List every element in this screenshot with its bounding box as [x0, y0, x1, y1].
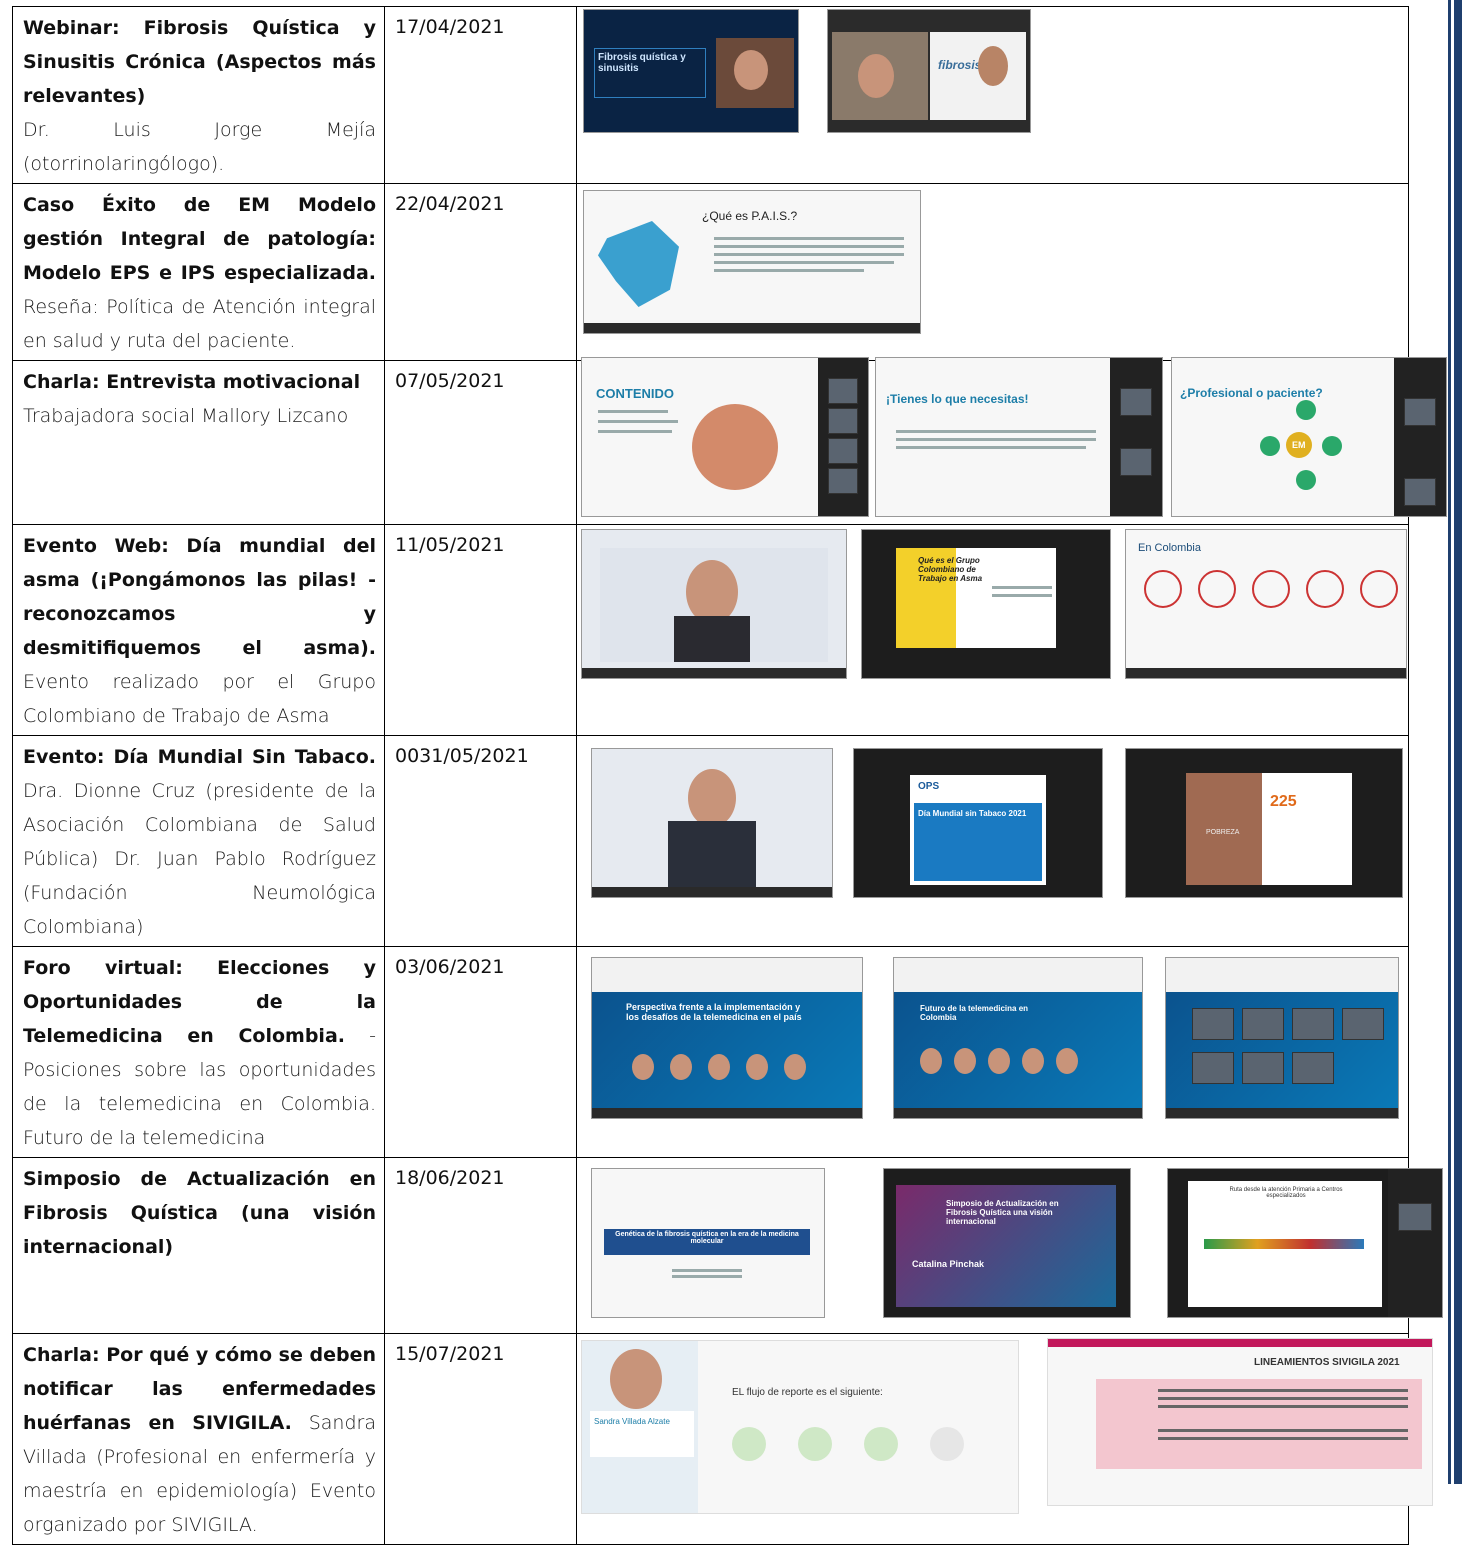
event-date: 18/06/2021	[395, 1167, 505, 1189]
event-description: Evento Web: Día mundial del asma (¡Pongá…	[23, 535, 376, 727]
telemedicina-screenshot: Perspectiva frente a la implementación y…	[591, 957, 863, 1119]
table-row: Charla: Por qué y cómo se deben notifica…	[12, 1333, 1433, 1545]
event-images: Genética de la fibrosis quística en la e…	[576, 1157, 1443, 1334]
en-colombia-screenshot: En Colombia	[1125, 529, 1407, 679]
fq-simposio-screenshot: Simposio de Actualización en Fibrosis Qu…	[883, 1168, 1131, 1318]
tabaco-slide-screenshot: OPS Día Mundial sin Tabaco 2021	[853, 748, 1103, 898]
table-row: Foro virtual: Elecciones y Oportunidades…	[12, 946, 1409, 1158]
profesional-slide-screenshot: ¿Profesional o paciente? EM	[1171, 357, 1447, 517]
webinar-screenshot: fibrosis	[827, 9, 1031, 133]
table-row: Webinar: Fibrosis Quística y Sinusitis C…	[12, 6, 1409, 184]
asma-slide-screenshot: Qué es el Grupo Colombiano de Trabajo en…	[861, 529, 1111, 679]
event-images: OPS Día Mundial sin Tabaco 2021 POBREZA …	[576, 735, 1409, 947]
events-table: Webinar: Fibrosis Quística y Sinusitis C…	[12, 6, 1447, 1545]
event-images: ¿Qué es P.A.I.S.?	[576, 183, 1409, 361]
event-description: Caso Éxito de EM Modelo gestión Integral…	[23, 194, 376, 352]
sivigila-flow-screenshot: Sandra Villada Alzate EL flujo de report…	[581, 1340, 1019, 1514]
event-date: 03/06/2021	[395, 956, 505, 978]
event-description: Webinar: Fibrosis Quística y Sinusitis C…	[23, 17, 376, 175]
table-row: Simposio de Actualización en Fibrosis Qu…	[12, 1157, 1443, 1334]
event-description: Charla: Por qué y cómo se deben notifica…	[23, 1344, 376, 1536]
asma-speaker-screenshot	[581, 529, 847, 679]
pobreza-slide-screenshot: POBREZA 225	[1125, 748, 1403, 898]
event-description: Simposio de Actualización en Fibrosis Qu…	[23, 1168, 376, 1258]
table-row: Charla: Entrevista motivacional Trabajado…	[12, 357, 1447, 525]
event-description: Foro virtual: Elecciones y Oportunidades…	[23, 957, 376, 1149]
tienes-slide-screenshot: ¡Tienes lo que necesitas!	[875, 357, 1163, 517]
table-row: Caso Éxito de EM Modelo gestión Integral…	[12, 183, 1409, 361]
event-images: Sandra Villada Alzate EL flujo de report…	[576, 1333, 1433, 1545]
event-images: Fibrosis quística y sinusitis fibrosis	[576, 6, 1409, 184]
tabaco-speaker-screenshot	[591, 748, 833, 898]
event-images: Qué es el Grupo Colombiano de Trabajo en…	[576, 524, 1409, 736]
telemedicina-screenshot	[1165, 957, 1399, 1119]
right-edge-border	[1448, 0, 1462, 1484]
event-date: 07/05/2021	[395, 370, 505, 392]
event-description: Charla: Entrevista motivacional Trabajado…	[23, 371, 361, 427]
fq-slide-screenshot: Genética de la fibrosis quística en la e…	[591, 1168, 825, 1318]
event-date: 0031/05/2021	[395, 745, 529, 767]
table-row: Evento Web: Día mundial del asma (¡Pongá…	[12, 524, 1409, 736]
webinar-screenshot: Fibrosis quística y sinusitis	[583, 9, 799, 133]
telemedicina-screenshot: Futuro de la telemedicina en Colombia	[893, 957, 1143, 1119]
event-images: Perspectiva frente a la implementación y…	[576, 946, 1409, 1158]
event-date: 22/04/2021	[395, 193, 505, 215]
table-row: Evento: Día Mundial Sin Tabaco. Dra. Dio…	[12, 735, 1409, 947]
event-date: 15/07/2021	[395, 1343, 505, 1365]
event-images: CONTENIDO ¡Tienes lo que necesitas! ¿Pro…	[576, 357, 1447, 525]
event-date: 11/05/2021	[395, 534, 505, 556]
sivigila-lineamientos-screenshot: LINEAMIENTOS SIVIGILA 2021	[1047, 1338, 1433, 1506]
pais-slide-screenshot: ¿Qué es P.A.I.S.?	[583, 190, 921, 334]
fq-ruta-screenshot: Ruta desde la atención Primaria a Centro…	[1167, 1168, 1443, 1318]
event-date: 17/04/2021	[395, 16, 505, 38]
event-description: Evento: Día Mundial Sin Tabaco. Dra. Dio…	[23, 746, 376, 938]
contenido-slide-screenshot: CONTENIDO	[581, 357, 869, 517]
